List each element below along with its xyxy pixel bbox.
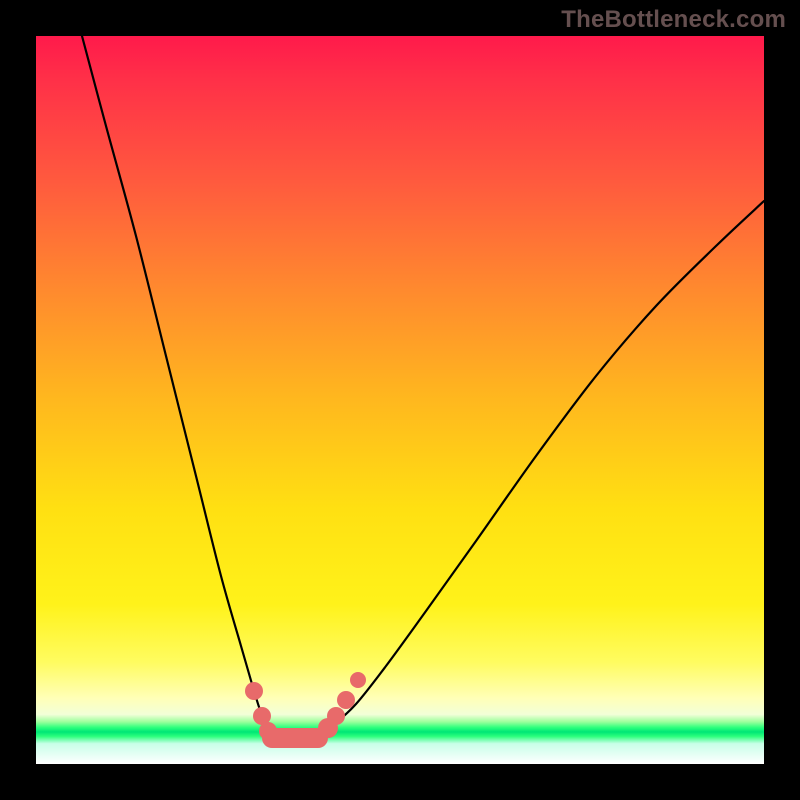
curve-marker-pill [262, 728, 328, 748]
plot-area [36, 36, 764, 764]
curve-marker-dot [350, 672, 366, 688]
curve-svg [36, 36, 764, 764]
bottleneck-curve [82, 36, 764, 740]
curve-marker-dot [337, 691, 355, 709]
curve-markers [245, 672, 366, 748]
watermark-text: TheBottleneck.com [561, 6, 786, 34]
curve-marker-dot [245, 682, 263, 700]
curve-marker-dot [327, 707, 345, 725]
chart-frame: TheBottleneck.com [0, 0, 800, 800]
